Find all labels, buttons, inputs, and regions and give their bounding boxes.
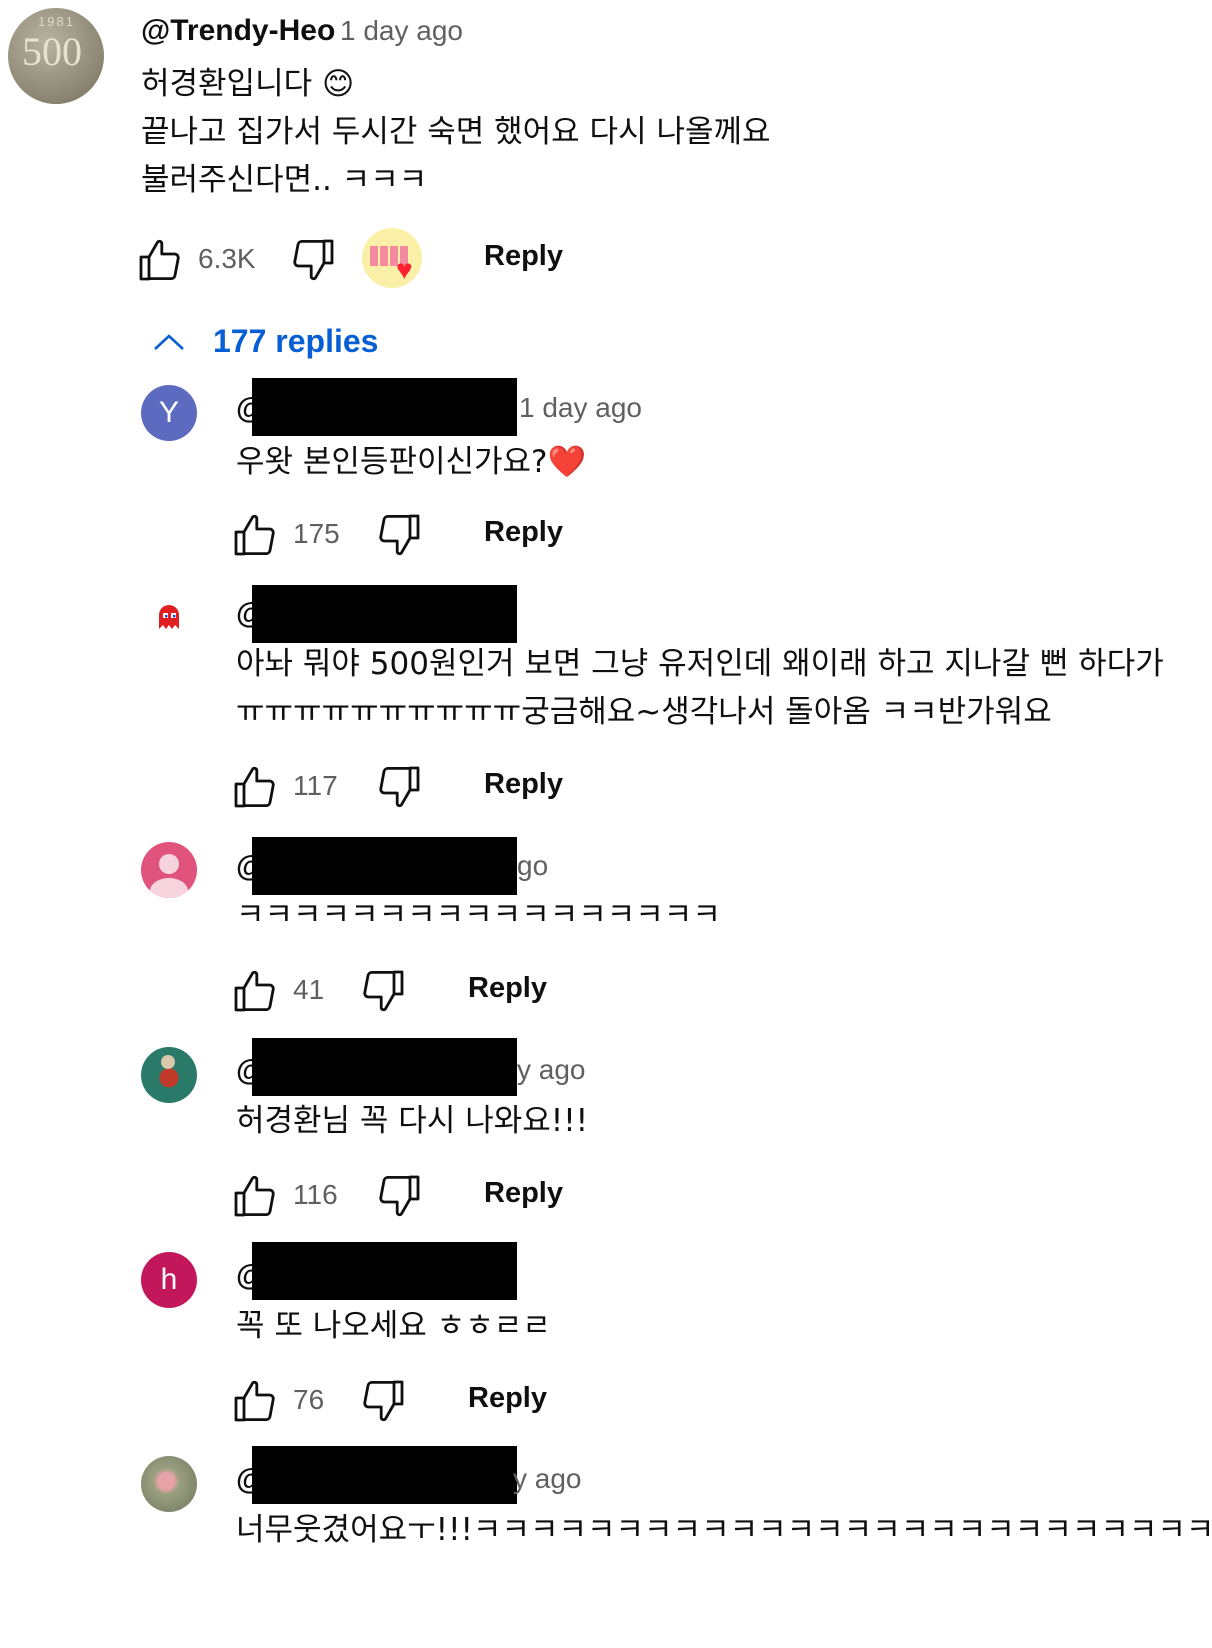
reply-3-like-button[interactable] — [231, 967, 279, 1015]
reply-5-reply-button[interactable]: Reply — [468, 1382, 547, 1415]
reply-1-dislike-button[interactable] — [375, 511, 423, 559]
dislike-button[interactable] — [289, 236, 337, 284]
thumb-down-icon — [379, 766, 420, 808]
heart-icon: ♥ — [396, 254, 413, 285]
comment-time[interactable]: 1 day ago — [340, 15, 463, 47]
reply-6-time[interactable]: y ago — [513, 1463, 582, 1495]
reply-1-redaction — [252, 378, 517, 436]
chevron-up-icon[interactable] — [152, 330, 186, 354]
creator-heart-badge: ♥ — [362, 228, 422, 288]
reply-3-line-1: ㅋㅋㅋㅋㅋㅋㅋㅋㅋㅋㅋㅋㅋㅋㅋㅋㅋ — [236, 897, 721, 933]
reply-2-avatar[interactable] — [155, 603, 183, 631]
coin-value: 500 — [22, 29, 82, 74]
thumb-up-icon — [234, 1175, 275, 1217]
thumb-up-icon — [234, 1380, 275, 1422]
reply-4-time[interactable]: y ago — [517, 1054, 586, 1086]
reply-2-reply-button[interactable]: Reply — [484, 768, 563, 801]
thumb-down-icon — [363, 970, 404, 1012]
like-count: 6.3K — [198, 243, 256, 274]
coin-year: 1981 — [38, 14, 75, 29]
reply-3-like-count: 41 — [293, 974, 325, 1005]
reply-2-redaction — [252, 585, 517, 643]
reply-2-like-button[interactable] — [231, 763, 279, 811]
reply-1-time[interactable]: 1 day ago — [519, 392, 642, 424]
reply-3-avatar[interactable] — [141, 842, 197, 898]
reply-4-dislike-button[interactable] — [375, 1172, 423, 1220]
comment-line-3: 불러주신다면.. ㅋㅋㅋ — [141, 162, 428, 198]
coin-avatar[interactable]: 1981 500 — [8, 8, 104, 104]
reply-5-avatar[interactable]: h — [141, 1252, 197, 1308]
thumb-up-icon — [234, 514, 275, 556]
reply-4-redaction — [252, 1038, 517, 1096]
thumb-down-icon — [293, 239, 334, 281]
reply-3-dislike-button[interactable] — [359, 967, 407, 1015]
comment-author[interactable]: @Trendy-Heo — [141, 14, 335, 48]
default-user-icon-body — [150, 878, 188, 898]
thumb-down-icon — [379, 514, 420, 556]
thumb-up-icon — [234, 970, 275, 1012]
thumb-up-icon — [234, 766, 275, 808]
reply-5-redaction — [252, 1242, 517, 1300]
reply-4-like-count: 116 — [293, 1179, 338, 1210]
reply-1-avatar[interactable]: Y — [141, 385, 197, 441]
reply-1-line-1: 우왓 본인등판이신가요?❤️ — [236, 444, 587, 480]
reply-2-like-count: 117 — [293, 770, 338, 801]
reply-5-dislike-button[interactable] — [359, 1377, 407, 1425]
reply-3-time[interactable]: go — [517, 850, 548, 882]
reply-1-like-count: 175 — [293, 518, 340, 549]
reply-4-reply-button[interactable]: Reply — [484, 1177, 563, 1210]
ghost-icon — [159, 605, 179, 629]
like-button[interactable] — [136, 236, 184, 284]
thumb-down-icon — [363, 1380, 404, 1422]
reply-5-like-count: 76 — [293, 1384, 325, 1415]
reply-button[interactable]: Reply — [484, 240, 563, 273]
reply-4-avatar[interactable] — [141, 1047, 197, 1103]
reply-6-redaction — [252, 1446, 517, 1504]
reply-3-reply-button[interactable]: Reply — [468, 972, 547, 1005]
reply-4-like-button[interactable] — [231, 1172, 279, 1220]
reply-2-line-2: ㅠㅠㅠㅠㅠㅠㅠㅠㅠㅠ궁금해요~생각나서 돌아옴 ㅋㅋ반가워요 — [236, 694, 1052, 730]
comment-line-2: 끝나고 집가서 두시간 숙면 했어요 다시 나올께요 — [141, 114, 771, 150]
reply-1-like-button[interactable] — [231, 511, 279, 559]
avatar-figure — [161, 1055, 175, 1069]
reply-6-avatar[interactable] — [141, 1456, 197, 1512]
replies-toggle[interactable]: 177 replies — [213, 323, 378, 360]
reply-5-like-button[interactable] — [231, 1377, 279, 1425]
default-user-icon-head — [159, 854, 179, 874]
reply-1-reply-button[interactable]: Reply — [484, 516, 563, 549]
reply-5-line-1: 꼭 또 나오세요 ㅎㅎㄹㄹ — [236, 1308, 551, 1344]
thumb-down-icon — [379, 1175, 420, 1217]
reply-4-line-1: 허경환님 꼭 다시 나와요!!! — [236, 1103, 589, 1139]
reply-3-redaction — [252, 837, 517, 895]
reply-2-line-1: 아놔 뭐야 500원인거 보면 그냥 유저인데 왜이래 하고 지나갈 뻔 하다가 — [236, 646, 1164, 682]
reply-6-line-1: 너무웃겼어요ㅜ!!!ㅋㅋㅋㅋㅋㅋㅋㅋㅋㅋㅋㅋㅋㅋㅋㅋㅋㅋㅋㅋㅋㅋㅋㅋㅋㅋㅋ — [236, 1512, 1212, 1548]
reply-2-dislike-button[interactable] — [375, 763, 423, 811]
thumb-up-icon — [139, 239, 180, 281]
comment-line-1: 허경환입니다 😊 — [141, 66, 355, 102]
